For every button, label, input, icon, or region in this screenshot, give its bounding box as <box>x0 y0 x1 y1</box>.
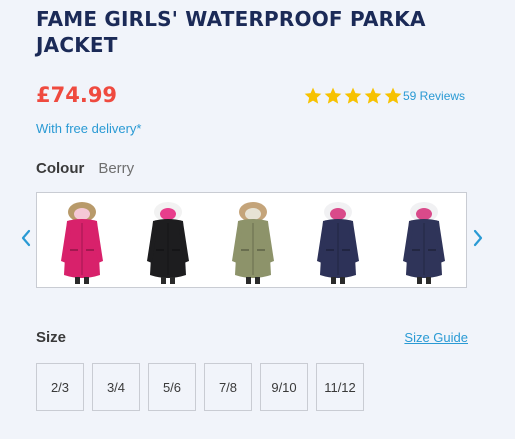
colour-swatch[interactable] <box>312 201 364 285</box>
parka-image <box>232 202 274 284</box>
parka-image <box>61 202 103 284</box>
colour-swatch[interactable] <box>142 201 194 285</box>
size-option[interactable]: 3/4 <box>92 363 140 411</box>
delivery-text: With free delivery* <box>36 121 142 136</box>
size-options: 2/3 3/4 5/6 7/8 9/10 11/12 <box>36 363 364 411</box>
size-guide-link[interactable]: Size Guide <box>404 330 468 345</box>
star-icon <box>324 87 342 104</box>
colour-selected-value: Berry <box>98 160 135 177</box>
parka-image <box>403 202 445 284</box>
rating-stars <box>303 86 403 106</box>
star-icon <box>304 87 322 104</box>
size-option[interactable]: 7/8 <box>204 363 252 411</box>
colour-row: Colour Berry <box>36 160 134 177</box>
chevron-left-icon[interactable] <box>19 228 33 248</box>
size-option[interactable]: 2/3 <box>36 363 84 411</box>
star-icon <box>384 87 402 104</box>
colour-carousel <box>36 192 467 288</box>
colour-swatch[interactable] <box>398 201 450 285</box>
size-option[interactable]: 11/12 <box>316 363 364 411</box>
parka-image <box>317 202 359 284</box>
reviews-link[interactable]: 59 Reviews <box>403 89 465 103</box>
star-icon <box>344 87 362 104</box>
parka-image <box>147 202 189 284</box>
colour-label: Colour <box>36 160 85 177</box>
size-row: Size Size Guide <box>36 329 468 346</box>
size-option[interactable]: 9/10 <box>260 363 308 411</box>
product-price: £74.99 <box>36 83 118 107</box>
size-label: Size <box>36 329 67 346</box>
size-option[interactable]: 5/6 <box>148 363 196 411</box>
product-title: FAME GIRLS' WATERPROOF PARKA JACKET <box>36 7 426 57</box>
chevron-right-icon[interactable] <box>471 228 485 248</box>
colour-swatch[interactable] <box>56 201 108 285</box>
star-icon <box>364 87 382 104</box>
colour-swatch[interactable] <box>227 201 279 285</box>
